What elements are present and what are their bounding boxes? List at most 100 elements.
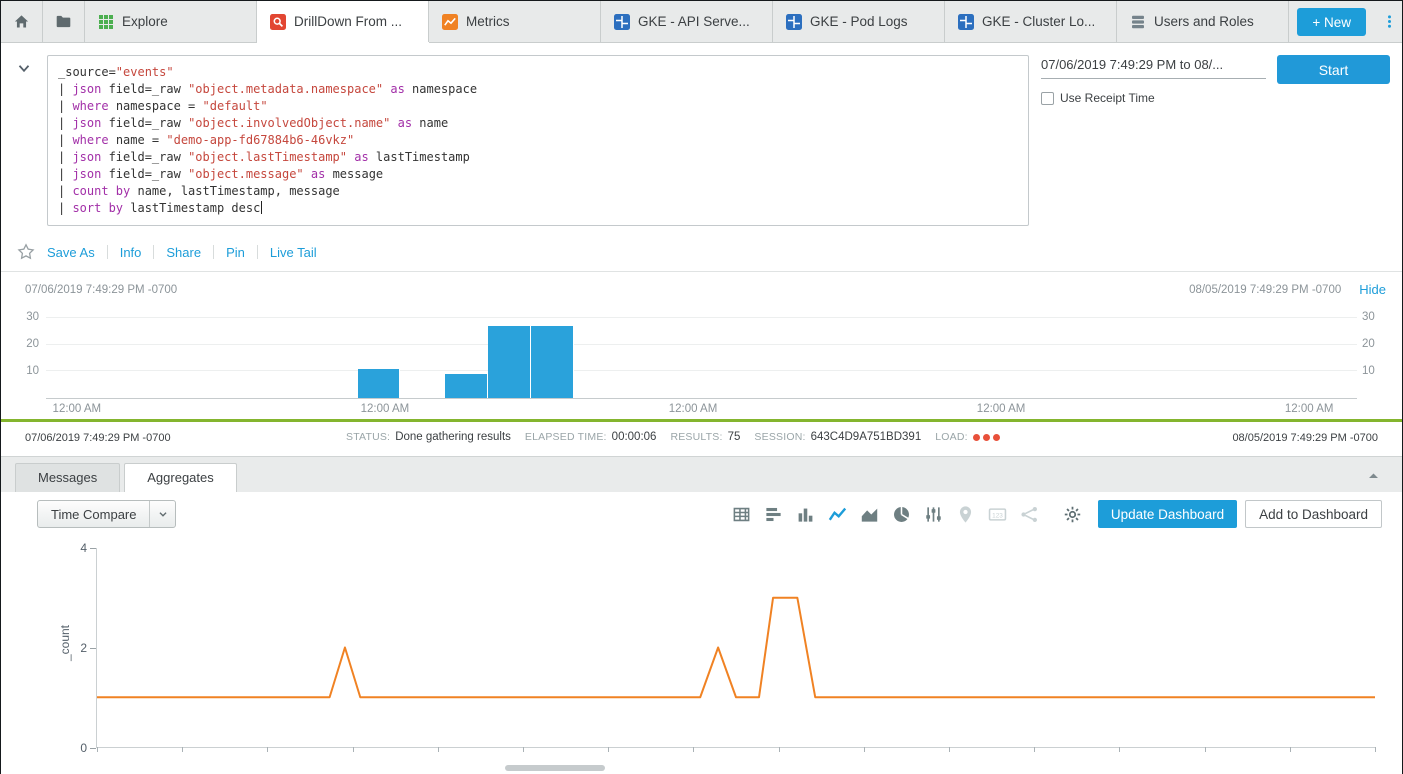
action-info[interactable]: Info bbox=[120, 245, 142, 260]
results-tab-strip: MessagesAggregates bbox=[1, 457, 1402, 492]
folder-icon bbox=[55, 13, 72, 30]
tab-gke-pod-logs[interactable]: GKE - Pod Logs bbox=[773, 1, 945, 42]
query-line: | json field=_raw "object.involvedObject… bbox=[58, 115, 1018, 132]
histogram-bar bbox=[531, 326, 574, 398]
histogram-bar bbox=[488, 326, 531, 398]
overflow-menu-button[interactable] bbox=[1376, 1, 1402, 42]
table-icon[interactable] bbox=[732, 505, 751, 524]
tab-explore[interactable]: Explore bbox=[85, 1, 257, 42]
status-label: RESULTS: bbox=[670, 431, 722, 443]
tab-gke-cluster-lo[interactable]: GKE - Cluster Lo... bbox=[945, 1, 1117, 42]
status-item: SESSION:643C4D9A751BD391 bbox=[754, 431, 921, 443]
x-tick-label: 12:00 AM bbox=[361, 403, 410, 415]
x-tick-mark bbox=[1375, 747, 1376, 752]
x-tick-mark bbox=[949, 747, 950, 752]
hide-histogram-link[interactable]: Hide bbox=[1359, 282, 1386, 297]
sliders-icon[interactable] bbox=[924, 505, 943, 524]
x-tick-mark bbox=[353, 747, 354, 752]
tab-label: GKE - Cluster Lo... bbox=[982, 14, 1095, 29]
start-button[interactable]: Start bbox=[1277, 55, 1390, 84]
query-editor[interactable]: _source="events"| json field=_raw "objec… bbox=[47, 55, 1029, 226]
kebab-icon bbox=[1382, 14, 1397, 29]
gear-icon[interactable] bbox=[1063, 505, 1082, 524]
tab-bar: Explore DrillDown From ... MetricsGKE - AP… bbox=[1, 1, 1402, 43]
dashboard-icon bbox=[614, 14, 630, 30]
bar-chart-icon[interactable] bbox=[796, 505, 815, 524]
line-chart-icon[interactable] bbox=[828, 505, 847, 524]
collapse-results-icon[interactable] bbox=[1367, 469, 1380, 482]
use-receipt-time-checkbox[interactable] bbox=[1041, 92, 1054, 105]
dashboard-icon bbox=[958, 14, 974, 30]
aggregates-chart: _count 420 bbox=[1, 536, 1402, 774]
collapse-query-icon[interactable] bbox=[15, 59, 33, 77]
histogram-start-time: 07/06/2019 7:49:29 PM -0700 bbox=[25, 284, 177, 296]
status-group: STATUS:Done gathering resultsELAPSED TIM… bbox=[346, 431, 1000, 443]
query-line: | sort by lastTimestamp desc bbox=[58, 200, 1018, 217]
gridline bbox=[46, 317, 1357, 318]
histogram-x-labels: 12:00 AM12:00 AM12:00 AM12:00 AM12:00 AM bbox=[46, 403, 1357, 418]
x-tick-label: 12:00 AM bbox=[669, 403, 718, 415]
status-label: ELAPSED TIME: bbox=[525, 431, 607, 443]
time-range-input[interactable]: 07/06/2019 7:49:29 PM to 08/... bbox=[1041, 57, 1266, 79]
favorite-star-icon[interactable] bbox=[17, 243, 35, 261]
y-tick-mark bbox=[90, 548, 96, 549]
use-receipt-time: Use Receipt Time bbox=[1041, 91, 1269, 105]
tab-users-and-roles[interactable]: Users and Roles bbox=[1117, 1, 1289, 42]
dashboard-icon bbox=[786, 14, 802, 30]
x-tick-mark bbox=[608, 747, 609, 752]
x-tick-mark bbox=[779, 747, 780, 752]
add-to-dashboard-button[interactable]: Add to Dashboard bbox=[1245, 500, 1382, 528]
results-tab-aggregates[interactable]: Aggregates bbox=[124, 463, 237, 492]
x-tick-mark bbox=[523, 747, 524, 752]
tab-metrics[interactable]: Metrics bbox=[429, 1, 601, 42]
tab-label: Explore bbox=[122, 14, 168, 29]
time-compare-dropdown[interactable]: Time Compare bbox=[37, 500, 176, 528]
query-line: | json field=_raw "object.metadata.names… bbox=[58, 81, 1018, 98]
tab-label: DrillDown From ... bbox=[294, 14, 402, 29]
tab-gke-api-serve[interactable]: GKE - API Serve... bbox=[601, 1, 773, 42]
action-share[interactable]: Share bbox=[166, 245, 201, 260]
aggregates-plot bbox=[96, 548, 1375, 748]
y-tick-label: 30 bbox=[1362, 311, 1394, 323]
x-tick-mark bbox=[182, 747, 183, 752]
histogram-end-time: 08/05/2019 7:49:29 PM -0700 bbox=[1189, 284, 1341, 296]
action-live-tail[interactable]: Live Tail bbox=[270, 245, 317, 260]
results-tab-messages[interactable]: Messages bbox=[15, 463, 120, 492]
tab-strip: Explore DrillDown From ... MetricsGKE - AP… bbox=[85, 1, 1289, 42]
y-tick-label: 20 bbox=[7, 338, 39, 350]
stack-icon bbox=[1130, 14, 1146, 30]
timeline-bar bbox=[1, 419, 1402, 422]
action-save-as[interactable]: Save As bbox=[47, 245, 95, 260]
query-line: | where name = "demo-app-fd67884b6-46vkz… bbox=[58, 132, 1018, 149]
home-button[interactable] bbox=[1, 1, 43, 42]
bar-horizontal-icon[interactable] bbox=[764, 505, 783, 524]
chart-scrollbar-thumb[interactable] bbox=[505, 765, 605, 771]
pie-chart-icon[interactable] bbox=[892, 505, 911, 524]
y-tick-label: 20 bbox=[1362, 338, 1394, 350]
y-tick-mark bbox=[90, 648, 96, 649]
histogram-header: 07/06/2019 7:49:29 PM -0700 08/05/2019 7… bbox=[25, 282, 1386, 297]
search-panel: _source="events"| json field=_raw "objec… bbox=[1, 43, 1402, 271]
area-chart-icon[interactable] bbox=[860, 505, 879, 524]
divider bbox=[257, 245, 258, 259]
x-tick-mark bbox=[97, 747, 98, 752]
update-dashboard-button[interactable]: Update Dashboard bbox=[1098, 500, 1237, 528]
divider bbox=[213, 245, 214, 259]
status-label: SESSION: bbox=[754, 431, 805, 443]
time-compare-label: Time Compare bbox=[38, 507, 149, 522]
load-dot bbox=[983, 434, 990, 441]
x-tick-mark bbox=[1290, 747, 1291, 752]
library-folder-button[interactable] bbox=[43, 1, 85, 42]
query-line: | where namespace = "default" bbox=[58, 98, 1018, 115]
query-line: | json field=_raw "object.message" as me… bbox=[58, 166, 1018, 183]
tab-drilldown-from[interactable]: DrillDown From ... bbox=[257, 1, 429, 42]
results-panel: MessagesAggregates Time Compare 123 Upda… bbox=[1, 456, 1402, 773]
use-receipt-time-label: Use Receipt Time bbox=[1060, 91, 1155, 105]
histogram-plot[interactable] bbox=[46, 310, 1357, 399]
action-pin[interactable]: Pin bbox=[226, 245, 245, 260]
divider bbox=[107, 245, 108, 259]
status-item: LOAD: bbox=[935, 431, 1000, 443]
new-button[interactable]: + New bbox=[1297, 8, 1366, 36]
histogram-panel: 07/06/2019 7:49:29 PM -0700 08/05/2019 7… bbox=[1, 271, 1402, 456]
aggregates-toolbar: Time Compare 123 Update Dashboard Add to… bbox=[1, 492, 1402, 536]
